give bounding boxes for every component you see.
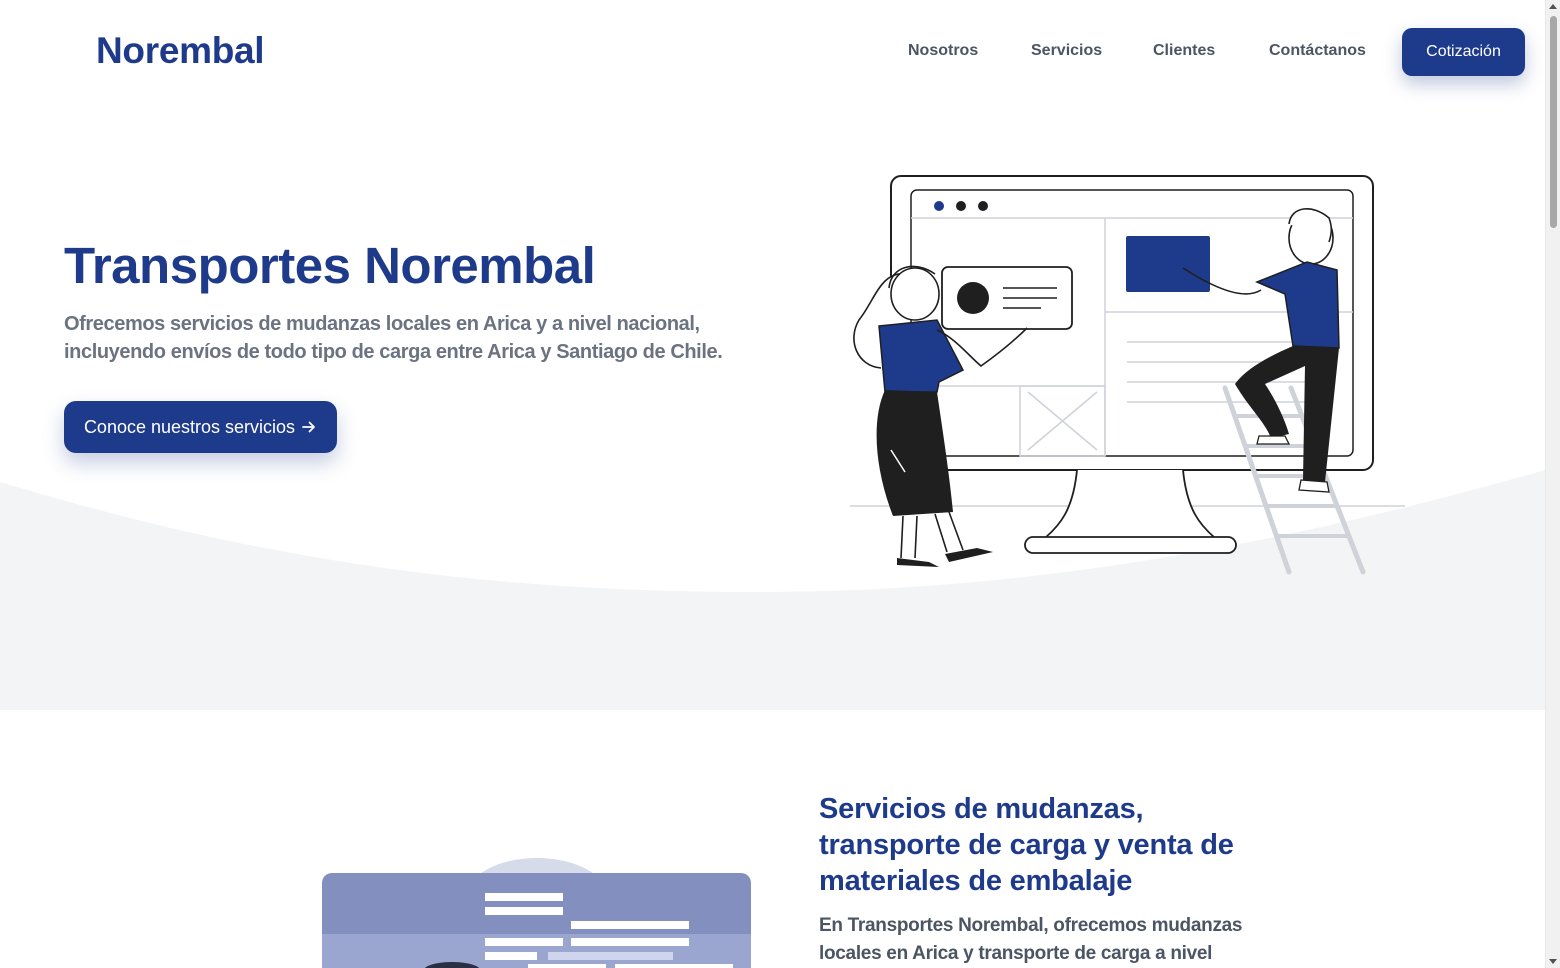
scroll-up-icon[interactable] xyxy=(1549,4,1557,9)
nav-link-clientes[interactable]: Clientes xyxy=(1153,42,1215,60)
services-illustration xyxy=(322,858,751,968)
scrollbar-thumb[interactable] xyxy=(1550,16,1557,228)
hero-illustration xyxy=(850,175,1405,575)
nav-link-nosotros[interactable]: Nosotros xyxy=(908,42,978,60)
arrow-right-icon xyxy=(302,421,315,433)
services-cta-button[interactable]: Conoce nuestros servicios xyxy=(64,401,337,453)
hero-subtitle: Ofrecemos servicios de mudanzas locales … xyxy=(64,313,723,363)
services-section-text: En Transportes Norembal, ofrecemos mudan… xyxy=(819,915,1243,964)
nav-link-contactanos[interactable]: Contáctanos xyxy=(1269,42,1366,60)
hero-title: Transportes Norembal xyxy=(64,237,596,294)
nav-link-servicios[interactable]: Servicios xyxy=(1031,42,1102,60)
services-section-title: Servicios de mudanzas, transporte de car… xyxy=(819,793,1234,897)
scroll-down-icon[interactable] xyxy=(1549,959,1557,964)
page: Norembal Nosotros Servicios Clientes Con… xyxy=(0,0,1545,968)
site-logo[interactable]: Norembal xyxy=(96,30,265,72)
quote-button[interactable]: Cotización xyxy=(1402,28,1525,76)
site-header: Norembal Nosotros Servicios Clientes Con… xyxy=(0,0,1545,104)
services-cta-label: Conoce nuestros servicios xyxy=(83,416,296,437)
page-scrollbar[interactable] xyxy=(1545,0,1560,968)
